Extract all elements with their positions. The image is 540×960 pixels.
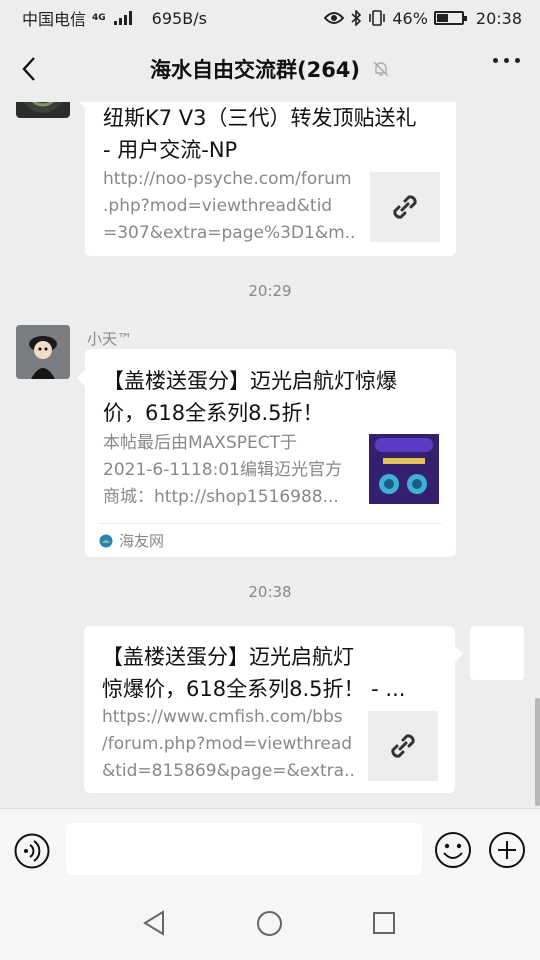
signal-icon bbox=[113, 11, 132, 25]
back-button[interactable] bbox=[14, 52, 44, 86]
carrier-label: 中国电信 bbox=[22, 10, 87, 29]
network-type: 4G bbox=[92, 12, 106, 23]
plus-button[interactable] bbox=[488, 831, 526, 869]
card-title: 【盖楼送蛋分】迈光启航灯 惊爆价，618全系列8.5折！ - ... bbox=[102, 641, 441, 705]
chat-title: 海水自由交流群(264) bbox=[149, 58, 361, 82]
card-desc-line: 本帖最后由MAXSPECT于 bbox=[103, 433, 297, 453]
card-desc-line: https://www.cmfish.com/bbs bbox=[102, 707, 343, 727]
title-bar: 海水自由交流群(264) bbox=[0, 36, 540, 102]
scrollbar[interactable] bbox=[535, 698, 540, 806]
link-thumbnail bbox=[370, 172, 440, 242]
nav-back-button[interactable] bbox=[142, 910, 166, 940]
chevron-left-icon bbox=[22, 57, 35, 81]
source-logo-icon bbox=[99, 534, 113, 547]
link-card[interactable]: 【盖楼送蛋分】迈光启航灯惊爆 价，618全系列8.5折！ 本帖最后由MAXSPE… bbox=[85, 349, 456, 557]
card-desc-line: .php?mod=viewthread&tid bbox=[103, 196, 333, 216]
eye-icon bbox=[324, 12, 345, 24]
nav-back-icon bbox=[143, 910, 164, 936]
avatar[interactable] bbox=[16, 102, 70, 118]
card-desc-line: 商城：http://shop1516988... bbox=[103, 487, 339, 507]
sender-name: 小天™ bbox=[87, 330, 133, 348]
system-nav-bar bbox=[0, 890, 540, 960]
card-desc-line: =307&extra=page%3D1&m... bbox=[103, 223, 355, 243]
avatar[interactable] bbox=[16, 325, 70, 379]
bubble-tail bbox=[77, 102, 85, 108]
article-thumbnail: 迈光 bbox=[369, 434, 439, 504]
status-right: 46% 20:38 bbox=[324, 9, 522, 28]
card-desc-line: 2021-6-1118:01编辑迈光官方 bbox=[103, 460, 342, 480]
link-thumbnail bbox=[368, 711, 438, 781]
link-card[interactable]: 纽斯K7 V3（三代）转发顶贴送礼 - 用户交流-NP http://noo-p… bbox=[85, 102, 456, 256]
status-left: 中国电信 4G 695B/s bbox=[22, 6, 207, 30]
card-description: 本帖最后由MAXSPECT于 2021-6-1118:01编辑迈光官方 商城：h… bbox=[103, 430, 355, 511]
bubble-tail bbox=[455, 646, 463, 662]
chat-area[interactable]: 纽斯K7 V3（三代）转发顶贴送礼 - 用户交流-NP http://noo-p… bbox=[0, 102, 540, 808]
card-title-line: 【盖楼送蛋分】迈光启航灯惊爆 bbox=[103, 369, 397, 393]
input-bar bbox=[0, 808, 540, 890]
card-title-line: 价，618全系列8.5折！ bbox=[103, 401, 324, 425]
message-input[interactable] bbox=[66, 823, 422, 875]
bluetooth-icon bbox=[351, 10, 362, 26]
card-title-line: 惊爆价，618全系列8.5折！ - ... bbox=[102, 677, 406, 701]
card-title-line: - 用户交流-NP bbox=[103, 138, 238, 162]
card-desc-line: /forum.php?mod=viewthread bbox=[102, 734, 353, 754]
nav-recent-icon bbox=[373, 912, 395, 934]
card-desc-line: &tid=815869&page=&extra... bbox=[102, 761, 354, 781]
battery-percent: 46% bbox=[392, 8, 428, 28]
bell-off-icon bbox=[372, 60, 390, 78]
nav-home-icon bbox=[257, 911, 282, 936]
vibrate-icon bbox=[369, 10, 386, 26]
clock: 20:38 bbox=[475, 8, 522, 28]
status-bar: 中国电信 4G 695B/s 46% 20:38 bbox=[0, 0, 540, 36]
nav-recent-button[interactable] bbox=[372, 911, 396, 939]
link-icon bbox=[391, 734, 415, 758]
link-card[interactable]: 【盖楼送蛋分】迈光启航灯 惊爆价，618全系列8.5折！ - ... https… bbox=[84, 626, 455, 793]
battery-fill bbox=[436, 14, 448, 22]
card-title: 【盖楼送蛋分】迈光启航灯惊爆 价，618全系列8.5折！ bbox=[103, 365, 442, 429]
timestamp: 20:38 bbox=[248, 583, 292, 601]
net-speed: 695B/s bbox=[151, 8, 207, 28]
nav-home-button[interactable] bbox=[256, 910, 283, 941]
card-description: https://www.cmfish.com/bbs /forum.php?mo… bbox=[102, 704, 354, 785]
link-icon bbox=[393, 195, 417, 219]
more-button[interactable] bbox=[493, 58, 520, 63]
card-title-line: 纽斯K7 V3（三代）转发顶贴送礼 bbox=[103, 106, 417, 130]
timestamp: 20:29 bbox=[248, 282, 292, 300]
source-name: 海友网 bbox=[119, 532, 165, 550]
card-desc-line: http://noo-psyche.com/forum bbox=[103, 169, 352, 189]
avatar[interactable] bbox=[470, 626, 524, 680]
card-title: 纽斯K7 V3（三代）转发顶贴送礼 - 用户交流-NP bbox=[103, 102, 442, 166]
battery-icon bbox=[433, 11, 467, 25]
card-source: 海友网 bbox=[99, 523, 442, 557]
card-description: http://noo-psyche.com/forum .php?mod=vie… bbox=[103, 166, 355, 247]
voice-button[interactable] bbox=[14, 833, 50, 869]
plus-icon bbox=[489, 832, 525, 868]
voice-icon bbox=[14, 833, 50, 869]
emoji-icon bbox=[435, 832, 471, 868]
emoji-button[interactable] bbox=[434, 831, 472, 869]
bubble-tail bbox=[77, 370, 85, 386]
card-title-line: 【盖楼送蛋分】迈光启航灯 bbox=[102, 645, 354, 669]
